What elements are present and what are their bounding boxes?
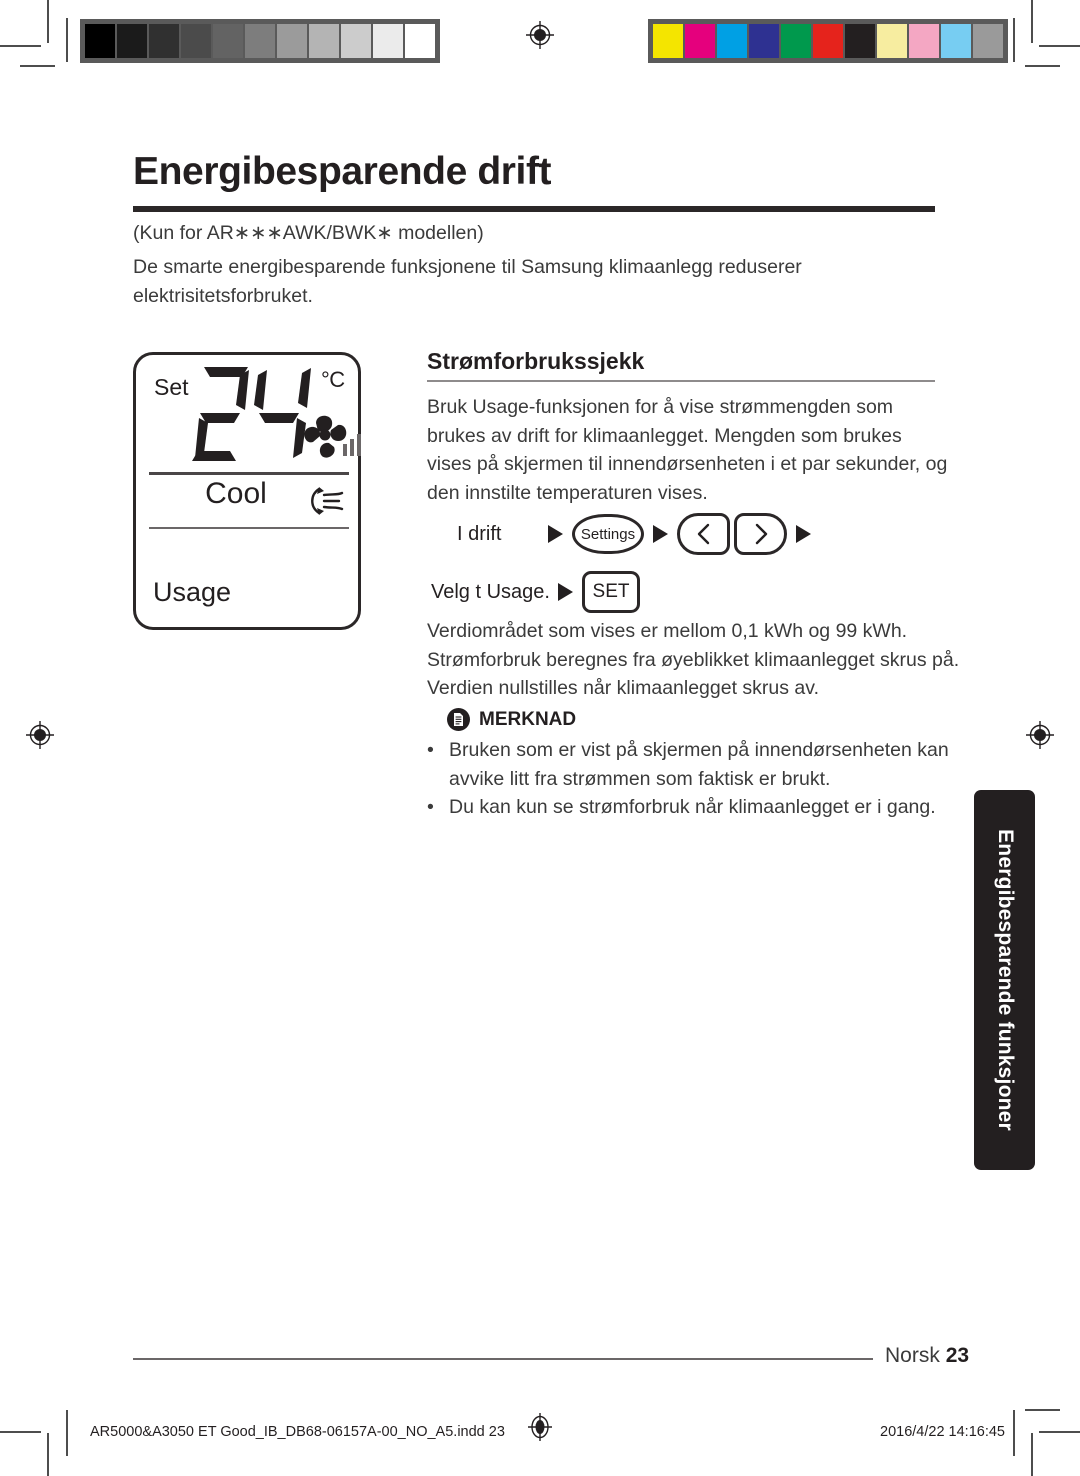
bullet-marker: • [427,796,434,818]
set-button[interactable]: SET [582,571,640,613]
tick-line-footer-right [1013,1410,1015,1456]
settings-button[interactable]: Settings [572,514,644,554]
gray-swatch [341,24,371,58]
crop-mark-br-h [1039,1431,1080,1433]
color-swatch [749,24,779,58]
gray-swatch [149,24,179,58]
color-swatch [909,24,939,58]
section-heading: Strømforbrukssjekk [427,348,645,374]
grayscale-calibration-bar [80,19,440,63]
list-item: • Du kan kun se strømforbruk når klimaan… [427,793,967,822]
crop-mark-tl-h [0,45,41,47]
lcd-usage-label: Usage [153,577,232,607]
gray-swatch [405,24,435,58]
note-bullet-list: • Bruken som er vist på skjermen på inne… [427,736,967,822]
section-divider [427,380,935,382]
note-document-icon [447,708,470,731]
note-title: MERKNAD [479,708,577,730]
color-swatch [717,24,747,58]
footer-language: Norsk [885,1344,940,1367]
color-swatch [845,24,875,58]
print-filename: AR5000&A3050 ET Good_IB_DB68-06157A-00_N… [90,1424,505,1440]
color-swatch [781,24,811,58]
lcd-unit-label: °C [321,367,345,392]
gray-swatch [309,24,339,58]
list-item-text: Du kan kun se strømforbruk når klimaanle… [449,796,936,818]
lcd-divider-top [149,472,349,475]
bullet-marker: • [427,739,434,761]
color-swatch [813,24,843,58]
gray-swatch [373,24,403,58]
gray-swatch [85,24,115,58]
lcd-divider-bottom [149,527,349,529]
title-divider [133,206,935,212]
registration-target-right [1025,720,1055,750]
chevron-right-icon [755,523,767,545]
gray-swatch [277,24,307,58]
lcd-set-label: Set [154,374,189,400]
print-timestamp: 2016/4/22 14:16:45 [880,1424,1005,1440]
crop-mark-tr-v [1031,0,1033,43]
color-calibration-bar [648,19,1008,63]
registration-target-top [525,20,555,50]
section-body-paragraph: Bruk Usage-funksjonen for å vise strømme… [427,396,948,504]
button-sequence-diagram: I drift Settings Velg t Usage. SET [427,512,947,614]
step-row-2: Velg t Usage. SET [427,570,947,614]
note-header: MERKNAD [447,708,576,731]
fan-icon [294,411,364,471]
bleed-mark-br-h [1025,1409,1060,1411]
registration-target-left [25,720,55,750]
page-canvas: Energibesparende drift (Kun for AR∗∗∗AWK… [0,0,1080,1476]
step-row-1: I drift Settings [427,512,947,556]
step-2-label: Velg t Usage. [431,580,550,603]
arrow-right-icon [548,525,563,543]
crop-mark-bl-h [0,1431,41,1433]
color-swatch [973,24,1003,58]
gray-swatch [245,24,275,58]
page-footer-number: Norsk 23 [885,1344,969,1368]
footer-divider [133,1358,873,1360]
crop-mark-br-v [1031,1433,1033,1476]
chevron-left-button[interactable] [677,513,730,555]
lcd-display-panel: Set °C Cool Usage [133,352,361,630]
tick-line-left [66,18,68,62]
color-swatch [941,24,971,58]
chevron-right-button[interactable] [734,513,787,555]
arrow-right-icon [558,583,573,601]
crop-mark-tl-v [47,0,49,43]
list-item-text: Bruken som er vist på skjermen på innend… [449,739,949,790]
list-item: • Bruken som er vist på skjermen på inne… [427,736,967,793]
color-swatch [685,24,715,58]
gray-swatch [181,24,211,58]
value-range-paragraph: Verdiområdet som vises er mellom 0,1 kWh… [427,620,960,699]
registration-target-bottom [525,1412,555,1442]
bleed-mark-tr [1025,65,1060,67]
airflow-swing-icon [306,481,350,521]
arrow-right-icon [653,525,668,543]
chevron-left-icon [697,523,709,545]
arrow-right-icon [796,525,811,543]
tick-line-right [1013,18,1015,62]
tick-line-footer-left [66,1410,68,1456]
footer-page-number: 23 [945,1344,970,1367]
step-1-label: I drift [457,522,502,545]
color-swatch [877,24,907,58]
chapter-side-tab-label: Energibesparende funksjoner [993,829,1017,1131]
chapter-side-tab: Energibesparende funksjoner [974,790,1035,1170]
page-title: Energibesparende drift [133,150,552,193]
intro-paragraph: De smarte energibesparende funksjonene t… [133,256,802,307]
gray-swatch [213,24,243,58]
color-swatch [653,24,683,58]
gray-swatch [117,24,147,58]
model-note: (Kun for AR∗∗∗AWK/BWK∗ modellen) [133,222,484,244]
crop-mark-tr-h [1039,45,1080,47]
crop-mark-bl-v [47,1433,49,1476]
bleed-mark-tl [20,65,55,67]
